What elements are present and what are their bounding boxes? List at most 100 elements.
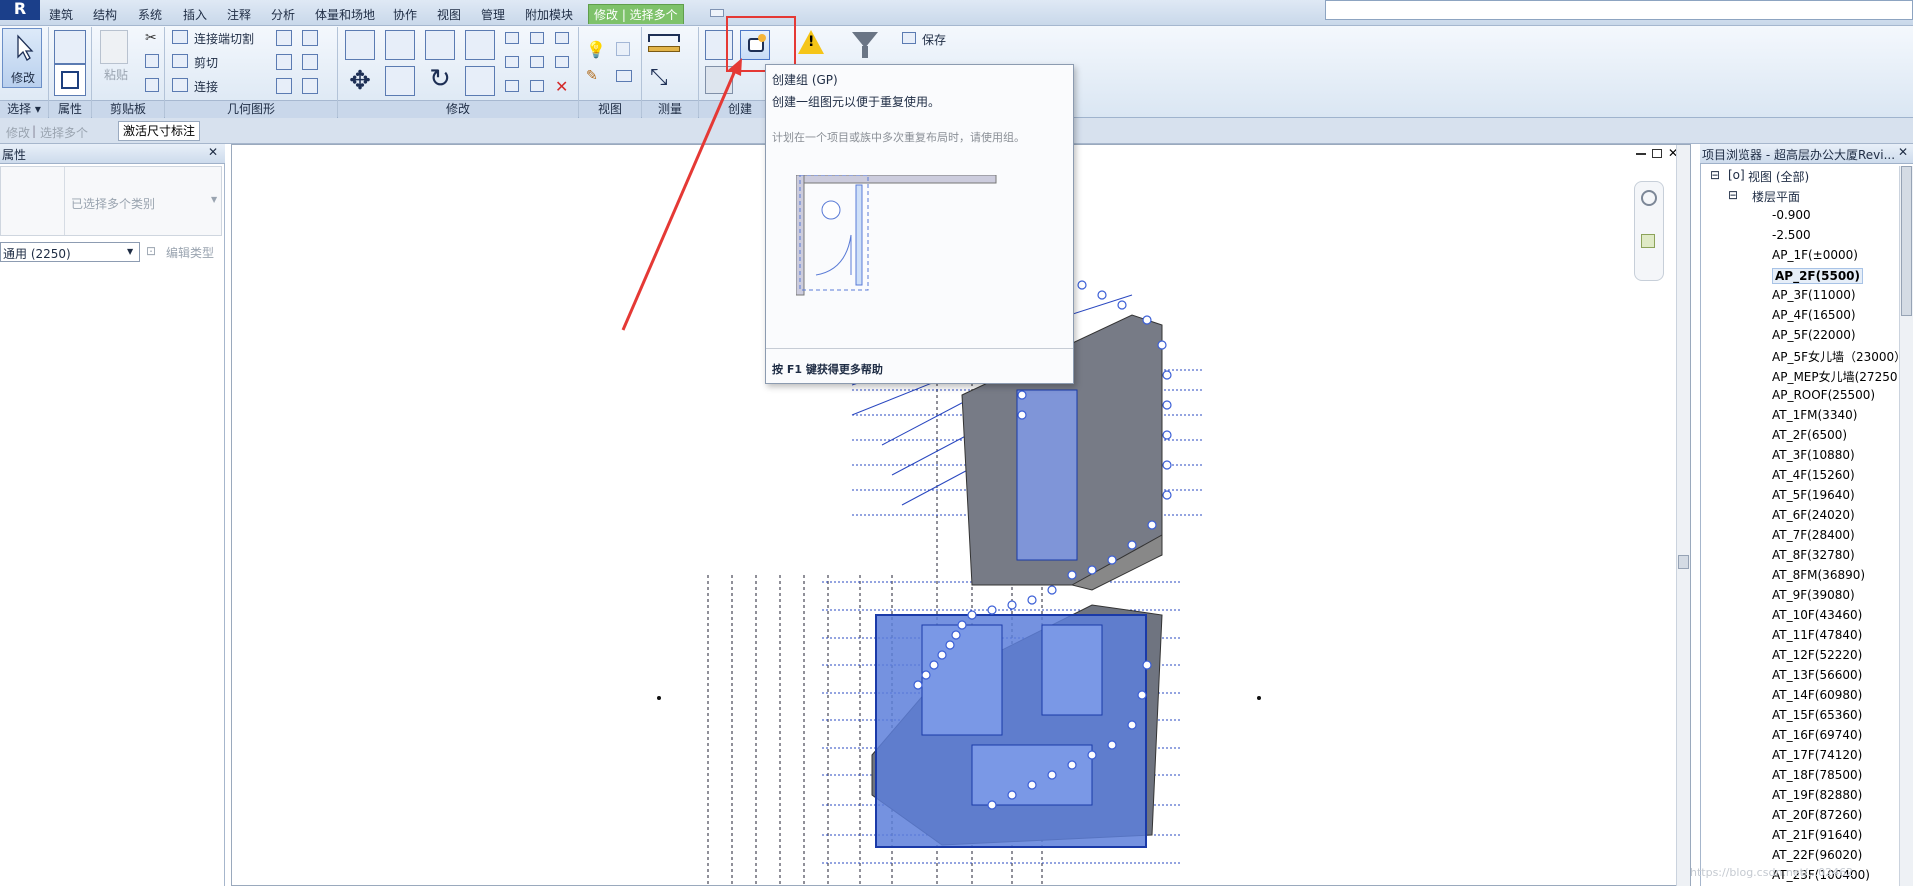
paste-icon[interactable] [100,30,128,64]
activate-dimensions-button[interactable]: 激活尺寸标注 [118,121,201,141]
tab-analyze[interactable]: 分析 [266,5,300,25]
tree-item[interactable]: AP_1F(±0000) [1772,248,1858,262]
tree-item[interactable]: AT_1FM(3340) [1772,408,1857,422]
delete-icon[interactable]: ✕ [555,77,568,96]
modify-button[interactable]: 修改 [2,28,42,88]
geometry-item-label[interactable]: 连接端切割 [194,30,254,47]
tree-group[interactable]: 楼层平面 [1752,188,1800,205]
tab-collaborate[interactable]: 协作 [388,5,422,25]
tree-item[interactable]: AT_14F(60980) [1772,688,1862,702]
tree-item[interactable]: AT_15F(65360) [1772,708,1862,722]
panel-select[interactable]: 选择 ▾ [0,100,48,118]
close-icon[interactable]: ✕ [1898,145,1908,159]
collapse-icon[interactable]: ⊟ [1710,168,1720,182]
tree-item[interactable]: AP_2F(5500) [1772,268,1863,284]
trim-single-icon[interactable] [530,80,544,92]
tab-modify-multi-select[interactable]: 修改 | 选择多个 [588,4,684,24]
paint-icon[interactable] [302,30,318,46]
tree-item[interactable]: AP_3F(11000) [1772,288,1856,302]
copy-icon[interactable] [145,54,159,68]
tab-annotate[interactable]: 注释 [222,5,256,25]
tree-item[interactable]: AT_9F(39080) [1772,588,1855,602]
aligned-dimension-icon[interactable]: ⤡ [650,66,680,90]
scale-icon[interactable] [530,56,544,68]
properties-icon[interactable] [54,64,86,96]
tree-item[interactable]: AT_18F(78500) [1772,768,1862,782]
tab-massing-site[interactable]: 体量和场地 [310,5,380,25]
offset-icon[interactable] [385,30,415,60]
tree-item[interactable]: AT_4F(15260) [1772,468,1855,482]
array-icon[interactable] [505,56,519,68]
scrollbar-vertical[interactable] [1676,145,1690,886]
tree-item[interactable]: AP_5F女儿墙（23000） [1772,348,1906,365]
tree-item[interactable]: AT_13F(56600) [1772,668,1862,682]
tree-item[interactable]: AP_4F(16500) [1772,308,1856,322]
tree-item[interactable]: AT_16F(69740) [1772,728,1862,742]
tab-manage[interactable]: 管理 [476,5,510,25]
edit-type-button[interactable]: ⊡ 编辑类型 [146,242,220,262]
tree-item[interactable]: AT_11F(47840) [1772,628,1862,642]
tree-item[interactable]: AT_21F(91640) [1772,828,1862,842]
collapse-icon[interactable]: ⊟ [1728,188,1738,202]
tree-item[interactable]: AT_12F(52220) [1772,648,1862,662]
type-selector[interactable]: 已选择多个类别 ▼ [0,166,222,236]
tree-item[interactable]: AT_20F(87260) [1772,808,1862,822]
tree-item[interactable]: -2.500 [1772,228,1811,242]
tree-item[interactable]: AT_19F(82880) [1772,788,1862,802]
tab-view[interactable]: 视图 [432,5,466,25]
mirror-axis-icon[interactable] [425,30,455,60]
tree-item[interactable]: AP_MEP女儿墙(27250 [1772,368,1897,385]
save-selection-icon[interactable] [902,32,916,44]
geometry-item-label[interactable]: 剪切 [194,54,218,71]
split-gap-icon[interactable] [530,32,544,44]
rotate-icon[interactable]: ↻ [425,64,455,94]
pin-icon[interactable] [555,56,569,68]
cope-icon[interactable] [172,30,188,44]
ribbon-minimize-icon[interactable] [710,9,724,17]
tab-architecture[interactable]: 建筑 [44,5,78,25]
tree-item[interactable]: AP_ROOF(25500) [1772,388,1875,402]
hammer-icon[interactable] [302,78,318,94]
linework-icon[interactable] [616,70,632,82]
tree-item[interactable]: AT_7F(28400) [1772,528,1855,542]
tree-item[interactable]: AT_22F(96020) [1772,848,1862,862]
wall-joins-icon[interactable] [276,54,292,70]
tab-insert[interactable]: 插入 [178,5,212,25]
demolish-icon[interactable] [302,54,318,70]
tree-item[interactable]: -0.900 [1772,208,1811,222]
match-type-icon[interactable] [145,78,159,92]
measure-icon[interactable] [648,34,680,42]
lightbulb-icon[interactable]: 💡 [586,40,606,59]
hide-icon[interactable] [616,42,630,56]
tree-item[interactable]: AT_8F(32780) [1772,548,1855,562]
tree-root[interactable]: 视图 (全部) [1748,168,1809,185]
override-brush-icon[interactable]: ✎ [586,68,598,84]
cut-icon[interactable]: ✂ [145,30,159,46]
search-box[interactable] [1325,0,1913,20]
copy-elements-icon[interactable] [385,66,415,96]
split-face-icon[interactable] [276,30,292,46]
instance-filter-select[interactable]: 通用 (2250) ▼ [0,242,140,262]
tree-item[interactable]: AT_3F(10880) [1772,448,1855,462]
tab-addins[interactable]: 附加模块 [520,5,578,25]
close-icon[interactable]: ✕ [208,145,218,159]
geometry-item-label[interactable]: 连接 [194,78,218,95]
save-label[interactable]: 保存 [922,31,946,48]
cut-geometry-icon[interactable] [172,54,188,68]
align-icon[interactable] [345,30,375,60]
tab-systems[interactable]: 系统 [133,5,167,25]
type-properties-icon[interactable] [54,30,86,64]
application-menu-button[interactable]: R [0,0,40,20]
scrollbar-vertical[interactable] [1899,166,1913,886]
tree-item[interactable]: AT_5F(19640) [1772,488,1855,502]
tree-item[interactable]: AT_2F(6500) [1772,428,1847,442]
join-geometry-icon[interactable] [172,78,188,92]
trim-multiple-icon[interactable] [505,80,519,92]
tree-item[interactable]: AT_8FM(36890) [1772,568,1865,582]
tree-item[interactable]: AT_10F(43460) [1772,608,1862,622]
beam-join-icon[interactable] [276,78,292,94]
move-icon[interactable]: ✥ [345,66,375,96]
unpin-icon[interactable] [555,32,569,44]
tree-item[interactable]: AT_6F(24020) [1772,508,1855,522]
tab-structure[interactable]: 结构 [88,5,122,25]
